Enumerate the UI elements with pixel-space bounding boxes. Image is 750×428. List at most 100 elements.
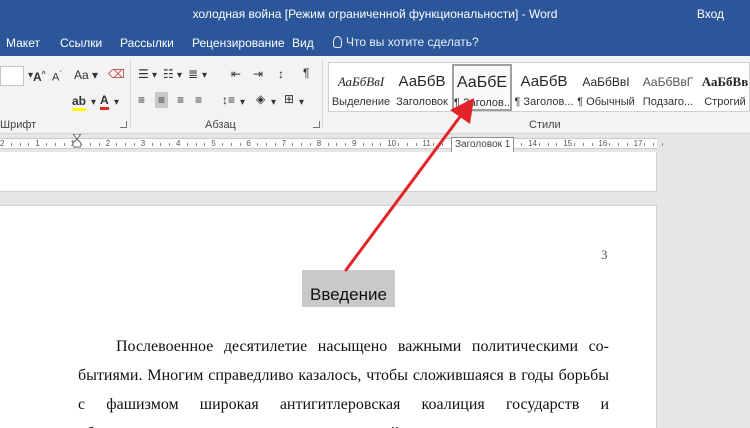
style-heading-1[interactable]: АаБбЕ ¶ Заголов... bbox=[452, 64, 512, 111]
ruler-tick bbox=[406, 143, 408, 146]
ruler-tick bbox=[301, 143, 303, 146]
ruler-number: 15 bbox=[563, 139, 573, 148]
chevron-down-icon[interactable]: ▾ bbox=[240, 96, 245, 110]
ruler-tick bbox=[345, 143, 347, 146]
ruler-tick bbox=[547, 143, 549, 146]
ruler-tick bbox=[46, 143, 47, 146]
bullets-icon[interactable]: ☰ bbox=[138, 67, 149, 81]
show-marks-icon[interactable]: ¶ bbox=[303, 66, 309, 80]
grow-font-icon[interactable]: A^ bbox=[33, 68, 46, 84]
style-name: Строгий bbox=[704, 96, 746, 108]
chevron-down-icon[interactable]: ▾ bbox=[177, 69, 182, 83]
paragraph-line: с фашизмом широкая антигитлеровская коал… bbox=[78, 396, 609, 413]
ruler-tick bbox=[204, 143, 206, 146]
borders-icon[interactable]: ⊞ bbox=[284, 92, 294, 106]
ruler-tick bbox=[644, 143, 646, 146]
style-sample: АаБбВ bbox=[398, 73, 446, 90]
group-divider bbox=[322, 60, 323, 128]
ruler-tick bbox=[398, 143, 399, 146]
decrease-indent-icon[interactable]: ⇤ bbox=[231, 67, 241, 81]
align-left-icon[interactable]: ≡ bbox=[138, 93, 145, 107]
ruler-tick bbox=[538, 143, 540, 146]
ruler-tick bbox=[169, 143, 171, 146]
ruler-number: 14 bbox=[528, 139, 537, 148]
document-page[interactable]: 3 Введение Послевоенное десятилетие насы… bbox=[0, 205, 657, 428]
increase-indent-icon[interactable]: ⇥ bbox=[253, 67, 263, 81]
style-name: Выделение bbox=[331, 96, 391, 108]
line-spacing-icon[interactable]: ↕≡ bbox=[222, 93, 235, 107]
ruler-tick bbox=[10, 143, 12, 146]
ruler-tick bbox=[134, 143, 135, 146]
chevron-down-icon[interactable]: ▾ bbox=[271, 96, 276, 110]
ruler-tick bbox=[336, 143, 338, 146]
style-name: Подзаго... bbox=[642, 96, 694, 108]
ruler-tick bbox=[274, 143, 276, 146]
sign-in-link[interactable]: Вход bbox=[697, 7, 724, 21]
horizontal-ruler[interactable]: 211234567891011121314151617 bbox=[0, 134, 750, 151]
shading-icon[interactable]: ◈ bbox=[256, 92, 265, 106]
heading-selected[interactable]: Введение bbox=[302, 270, 395, 307]
highlight-color-icon[interactable]: ab bbox=[72, 94, 87, 111]
chevron-down-icon[interactable]: ▾ bbox=[91, 96, 96, 110]
chevron-down-icon[interactable]: ▾ bbox=[202, 69, 207, 83]
body-paragraph[interactable]: Послевоенное десятилетие насыщено важным… bbox=[78, 332, 609, 428]
chevron-down-icon[interactable]: ▾ bbox=[152, 69, 157, 83]
style-tooltip: Заголовок 1 bbox=[451, 137, 515, 153]
ruler-tick bbox=[609, 143, 611, 146]
lightbulb-icon bbox=[333, 36, 342, 48]
ruler-number: 9 bbox=[352, 139, 357, 148]
font-color-icon[interactable]: A bbox=[100, 93, 109, 110]
ruler-tick bbox=[591, 143, 593, 146]
ruler-tick bbox=[310, 143, 311, 146]
tab-layout[interactable]: Макет bbox=[6, 36, 40, 50]
shrink-font-icon[interactable]: Aˇ bbox=[52, 68, 62, 85]
ruler-number: 6 bbox=[246, 139, 251, 148]
tab-review[interactable]: Рецензирование bbox=[192, 36, 285, 50]
ruler-tick bbox=[239, 143, 241, 146]
ruler-tick bbox=[151, 143, 153, 146]
align-center-icon[interactable]: ≡ bbox=[155, 92, 169, 108]
paragraph-group-label: Абзац bbox=[205, 119, 236, 131]
paragraph-line: общественных сил гарантировала мирный пр… bbox=[78, 419, 609, 428]
indent-marker-icon[interactable] bbox=[73, 134, 81, 148]
style-subtitle[interactable]: АаБбВвГ Подзаго... bbox=[638, 65, 698, 109]
tab-view[interactable]: Вид bbox=[292, 36, 314, 50]
change-case-button[interactable]: Aa ▾ bbox=[74, 68, 98, 82]
ruler-number: 5 bbox=[211, 139, 216, 148]
ruler-number: 4 bbox=[176, 139, 181, 148]
numbering-icon[interactable]: ☷ bbox=[163, 67, 174, 81]
change-case-label: Aa bbox=[74, 68, 89, 82]
clear-formatting-icon[interactable]: ⌫ bbox=[108, 67, 125, 81]
ruler-tick bbox=[98, 143, 100, 146]
chevron-down-icon[interactable]: ▾ bbox=[299, 96, 304, 110]
chevron-down-icon[interactable]: ▾ bbox=[114, 96, 119, 110]
multilevel-list-icon[interactable]: ≣ bbox=[188, 67, 198, 81]
style-normal[interactable]: АаБбВвІ ¶ Обычный bbox=[576, 65, 636, 109]
ruler-number: 16 bbox=[598, 139, 608, 148]
ruler-number: 8 bbox=[316, 139, 322, 148]
justify-icon[interactable]: ≡ bbox=[195, 93, 202, 107]
previous-page bbox=[0, 152, 657, 192]
style-title[interactable]: АаБбВ Заголовок bbox=[393, 65, 451, 109]
ruler-number: 17 bbox=[633, 139, 643, 148]
ruler-tick bbox=[257, 143, 259, 146]
style-strong[interactable]: АаБбВв Строгий bbox=[700, 65, 750, 109]
ruler-tick bbox=[90, 143, 91, 146]
sort-icon[interactable]: ↕ bbox=[278, 67, 284, 81]
ribbon-tabs: Макет Ссылки Рассылки Рецензирование Вид… bbox=[0, 30, 750, 56]
style-emphasis[interactable]: АаБбВвІ Выделение bbox=[331, 65, 391, 109]
tab-references[interactable]: Ссылки bbox=[60, 36, 102, 50]
paragraph-dialog-launcher[interactable] bbox=[313, 121, 320, 128]
font-size-input[interactable] bbox=[0, 66, 24, 86]
tab-mailings[interactable]: Рассылки bbox=[120, 36, 174, 50]
ruler-tick bbox=[433, 143, 435, 146]
ruler-tick bbox=[28, 143, 30, 146]
style-sample: АаБбВвГ bbox=[642, 75, 694, 89]
ruler-number: 2 bbox=[0, 139, 5, 148]
tell-me-box[interactable]: Что вы хотите сделать? bbox=[333, 35, 479, 49]
style-heading-2[interactable]: АаБбВ ¶ Заголов... bbox=[514, 65, 574, 109]
align-right-icon[interactable]: ≡ bbox=[177, 93, 184, 107]
ruler-tick bbox=[521, 143, 523, 146]
font-dialog-launcher[interactable] bbox=[120, 121, 127, 128]
ruler-number: 2 bbox=[105, 139, 111, 148]
